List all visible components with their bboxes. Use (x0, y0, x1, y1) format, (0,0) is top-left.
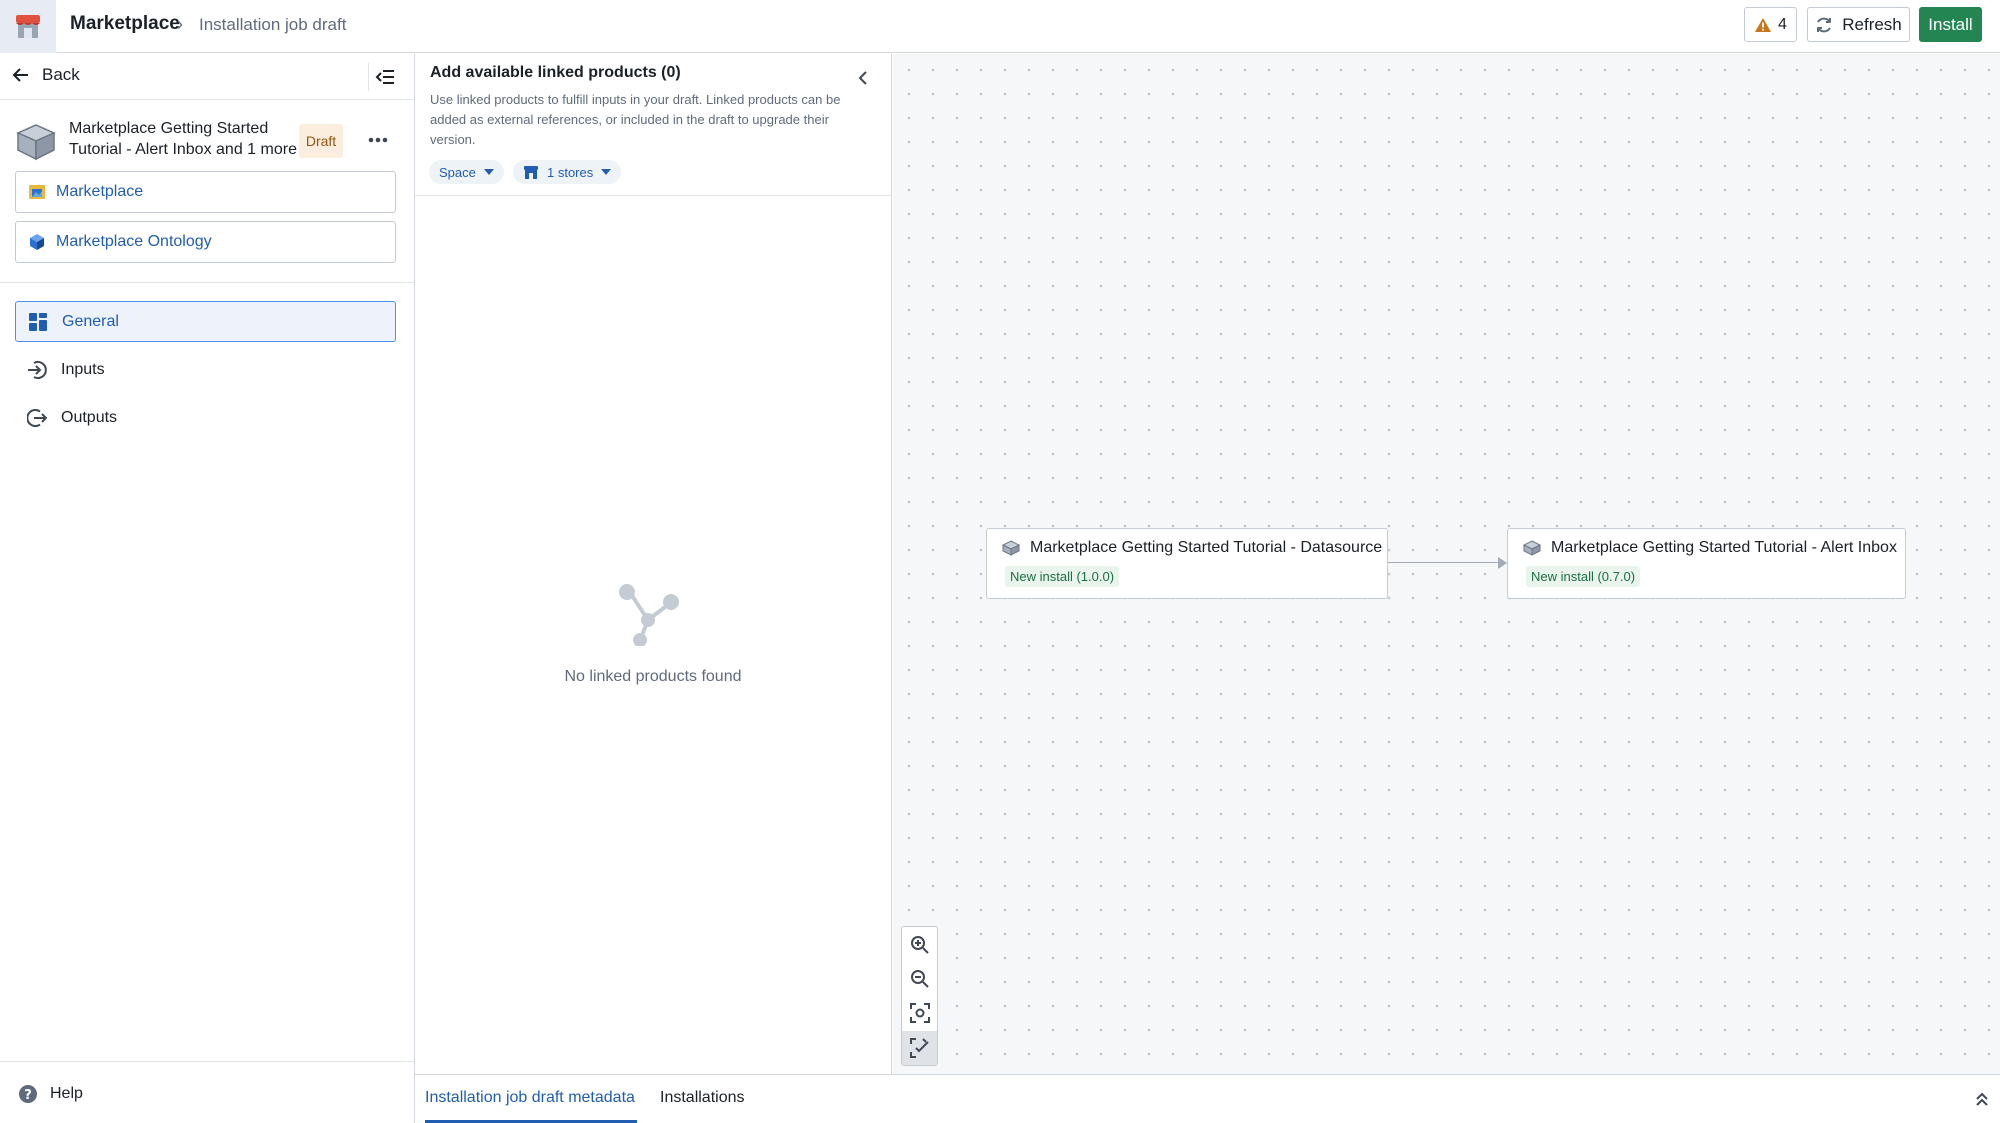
nav-label: Outputs (61, 408, 118, 426)
ontology-cube-icon (30, 234, 44, 250)
linked-products-description: Use linked products to fulfill inputs in… (430, 92, 841, 147)
nav-item-general[interactable]: General (15, 301, 396, 342)
warnings-count: 4 (1778, 15, 1787, 33)
zoom-out-icon (910, 970, 929, 988)
help-button[interactable]: ? Help (18, 1084, 83, 1104)
chevron-left-icon (858, 71, 867, 85)
auto-layout-button[interactable] (902, 1031, 937, 1065)
caret-down-icon (601, 169, 612, 175)
product-header: Marketplace Getting Started Tutorial - A… (14, 118, 404, 168)
graph-node-datasource[interactable]: Marketplace Getting Started Tutorial - D… (986, 528, 1388, 599)
help-label: Help (50, 1085, 83, 1102)
zoom-controls (901, 926, 938, 1066)
linked-store-label: Marketplace Ontology (56, 233, 212, 250)
edge-arrow-icon (1498, 557, 1507, 569)
fit-to-screen-icon (909, 1003, 930, 1023)
back-button[interactable]: Back (12, 65, 80, 85)
caret-down-icon (483, 169, 494, 175)
warning-icon (1755, 17, 1772, 32)
back-label: Back (42, 65, 80, 84)
space-filter-dropdown[interactable]: Space (429, 160, 504, 184)
product-box-icon (1523, 540, 1541, 556)
more-options-button[interactable] (364, 126, 392, 154)
dashboard-grid-icon (29, 312, 47, 331)
bottom-panel-tabs: Installation job draft metadata Installa… (415, 1074, 2000, 1123)
collapse-sidebar-button[interactable] (370, 64, 400, 90)
log-in-arrow-icon (28, 360, 47, 379)
breadcrumb-app[interactable]: Marketplace (70, 13, 180, 35)
tab-installations[interactable]: Installations (660, 1089, 745, 1107)
stores-filter-label: 1 stores (547, 164, 594, 180)
empty-state-text: No linked products found (564, 668, 742, 685)
linked-store-ontology[interactable]: Marketplace Ontology (15, 221, 396, 263)
store-icon (524, 165, 538, 179)
nav-label: General (62, 312, 119, 330)
node-title-text: Marketplace Getting Started Tutorial - D… (1030, 539, 1383, 556)
divider (0, 282, 414, 283)
breadcrumb-current: Installation job draft (199, 15, 347, 34)
breadcrumb-chevron-icon: › (177, 14, 183, 34)
fit-to-screen-button[interactable] (902, 996, 937, 1030)
draft-badge: Draft (299, 124, 343, 158)
linked-products-header: Add available linked products (0) Use li… (415, 54, 891, 196)
refresh-button[interactable]: Refresh (1807, 7, 1910, 42)
collapse-menu-icon (375, 70, 394, 84)
svg-text:?: ? (24, 1088, 32, 1103)
divider (368, 63, 369, 91)
graph-nodes-icon (615, 584, 681, 651)
product-title: Marketplace Getting Started Tutorial - A… (69, 120, 297, 158)
auto-layout-icon (909, 1038, 929, 1058)
stores-filter-dropdown[interactable]: 1 stores (513, 160, 622, 184)
space-filter-label: Space (439, 164, 476, 180)
expand-panel-button[interactable] (1970, 1087, 1994, 1111)
top-bar: Marketplace › Installation job draft 4 R… (0, 0, 2000, 53)
back-row: Back (0, 54, 414, 100)
marketplace-store-icon (29, 185, 45, 199)
left-sidebar: Back Marketplace Getting Started Tutoria… (0, 54, 415, 1123)
node-title-text: Marketplace Getting Started Tutorial - A… (1551, 539, 1897, 556)
help-icon: ? (19, 1085, 37, 1103)
node-title: Marketplace Getting Started Tutorial - A… (1523, 539, 1897, 557)
linked-store-marketplace[interactable]: Marketplace (15, 171, 396, 213)
refresh-icon (1817, 17, 1832, 32)
arrow-left-icon (12, 68, 28, 82)
product-box-icon (14, 122, 58, 167)
warnings-button[interactable]: 4 (1744, 7, 1797, 42)
more-horizontal-icon (368, 137, 388, 143)
new-install-badge: New install (0.7.0) (1526, 566, 1641, 587)
graph-edge (1388, 562, 1505, 563)
node-title: Marketplace Getting Started Tutorial - D… (1002, 539, 1382, 557)
product-box-icon (1002, 540, 1020, 556)
divider (0, 1061, 414, 1062)
zoom-in-button[interactable] (902, 928, 937, 962)
zoom-in-icon (910, 936, 929, 954)
refresh-label: Refresh (1842, 14, 1902, 34)
nav-item-outputs[interactable]: Outputs (15, 397, 396, 438)
nav-label: Inputs (61, 360, 105, 378)
zoom-out-button[interactable] (902, 962, 937, 996)
collapse-panel-button[interactable] (851, 66, 875, 90)
tab-installation-job-draft-metadata[interactable]: Installation job draft metadata (425, 1089, 635, 1107)
nav-item-inputs[interactable]: Inputs (15, 349, 396, 390)
install-button[interactable]: Install (1919, 7, 1982, 42)
double-chevron-up-icon (1976, 1092, 1988, 1106)
linked-products-panel: Add available linked products (0) Use li… (415, 54, 892, 1074)
new-install-badge: New install (1.0.0) (1005, 566, 1120, 587)
linked-store-label: Marketplace (56, 183, 144, 200)
linked-products-title: Add available linked products (0) (430, 64, 681, 81)
log-out-arrow-icon (27, 408, 47, 427)
graph-node-alert-inbox[interactable]: Marketplace Getting Started Tutorial - A… (1507, 528, 1906, 599)
marketplace-logo-icon[interactable] (0, 0, 56, 53)
